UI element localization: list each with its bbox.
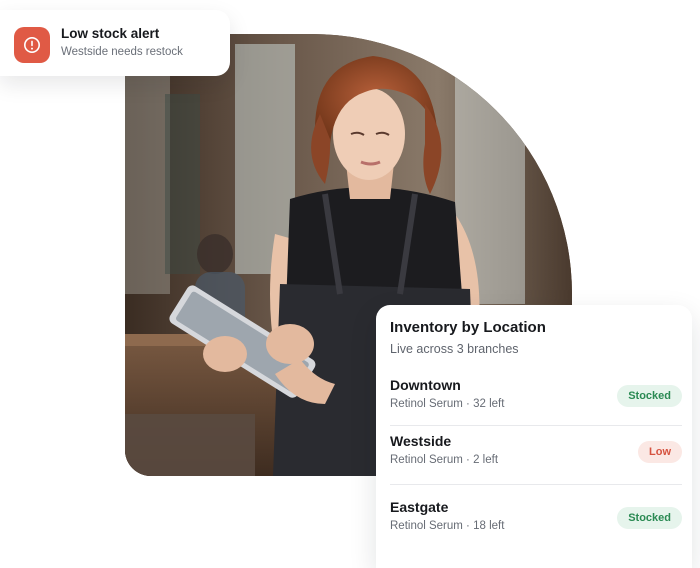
row-divider — [390, 484, 682, 485]
low-stock-alert-card[interactable]: Low stock alert Westside needs restock — [0, 10, 230, 76]
location-name: Eastgate — [390, 499, 449, 515]
status-badge: Stocked — [617, 507, 682, 529]
location-detail: Retinol Serum · 2 left — [390, 454, 499, 466]
row-divider — [390, 425, 682, 426]
location-name: Westside — [390, 433, 452, 449]
inventory-title: Inventory by Location — [390, 319, 546, 336]
inventory-card: Inventory by Location Live across 3 bran… — [376, 305, 692, 568]
alert-title: Low stock alert — [61, 26, 160, 41]
location-name: Downtown — [390, 377, 461, 393]
location-detail: Retinol Serum · 18 left — [390, 520, 505, 532]
location-row-westside[interactable]: Westside Retinol Serum · 2 left Low — [390, 433, 682, 481]
status-badge: Stocked — [617, 385, 682, 407]
location-row-eastgate[interactable]: Eastgate Retinol Serum · 18 left Stocked — [390, 499, 682, 547]
alert-subtitle: Westside needs restock — [61, 46, 183, 58]
alert-circle-icon — [14, 27, 50, 63]
location-detail: Retinol Serum · 32 left — [390, 398, 505, 410]
inventory-subtitle: Live across 3 branches — [390, 342, 519, 356]
status-badge: Low — [638, 441, 682, 463]
location-row-downtown[interactable]: Downtown Retinol Serum · 32 left Stocked — [390, 377, 682, 425]
